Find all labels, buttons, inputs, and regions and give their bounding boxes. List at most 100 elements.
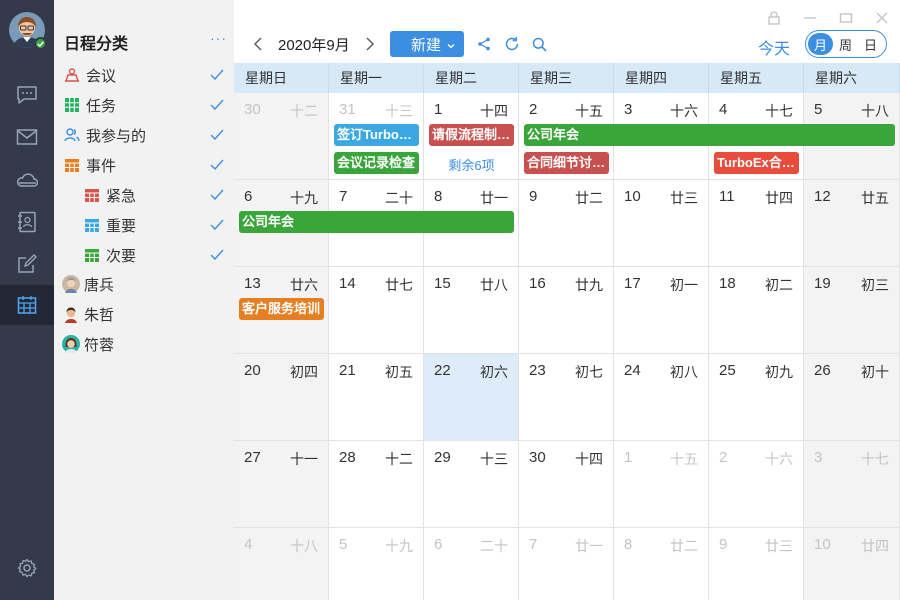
- day-number: 7: [529, 536, 538, 553]
- day-number: 23: [529, 362, 546, 379]
- mail-icon[interactable]: [0, 117, 54, 157]
- day-cell[interactable]: 14 廿七: [329, 267, 424, 354]
- person-item-tangbing[interactable]: 唐兵: [54, 269, 234, 299]
- event-bar[interactable]: 合同细节讨论会: [524, 152, 609, 174]
- lock-icon[interactable]: [766, 10, 782, 26]
- day-cell[interactable]: 10 廿三: [614, 180, 709, 267]
- day-cell[interactable]: 3 十七: [804, 441, 900, 528]
- check-icon[interactable]: [210, 98, 224, 115]
- day-cell[interactable]: 26 初十: [804, 354, 900, 441]
- event-bar[interactable]: 请假流程制度讨论: [429, 124, 514, 146]
- check-icon[interactable]: [210, 68, 224, 85]
- day-cell-today[interactable]: 22 初六: [424, 354, 519, 441]
- day-cell[interactable]: 9 廿三: [709, 528, 804, 600]
- day-cell[interactable]: 11 廿四: [709, 180, 804, 267]
- day-cell[interactable]: 9 廿二: [519, 180, 614, 267]
- category-label: 事件: [86, 157, 117, 175]
- day-cell[interactable]: 20 初四: [234, 354, 329, 441]
- day-cell[interactable]: 1 十五: [614, 441, 709, 528]
- day-cell[interactable]: 12 廿五: [804, 180, 900, 267]
- day-cell[interactable]: 30 十四: [519, 441, 614, 528]
- event-bar[interactable]: 客户服务培训: [239, 298, 324, 320]
- event-bar[interactable]: 公司年会: [239, 211, 514, 233]
- category-item-event[interactable]: 事件: [54, 150, 234, 180]
- day-number: 26: [814, 362, 831, 379]
- day-cell[interactable]: 6 二十: [424, 528, 519, 600]
- more-options-button[interactable]: ···: [210, 30, 227, 46]
- calendar-nav-icon[interactable]: [0, 285, 54, 325]
- day-cell[interactable]: 27 十一: [234, 441, 329, 528]
- lunar-date: 十六: [670, 103, 698, 119]
- more-events-link[interactable]: 剩余6项: [424, 155, 519, 174]
- lunar-date: 初九: [765, 364, 793, 380]
- day-cell[interactable]: 10 廿四: [804, 528, 900, 600]
- day-cell[interactable]: 5 十九: [329, 528, 424, 600]
- category-item-important[interactable]: 重要: [54, 210, 234, 240]
- lunar-date: 十三: [480, 451, 508, 467]
- day-cell[interactable]: 17 初一: [614, 267, 709, 354]
- day-number: 7: [339, 188, 348, 205]
- day-cell[interactable]: 7 廿一: [519, 528, 614, 600]
- day-cell[interactable]: 21 初五: [329, 354, 424, 441]
- cloud-drive-icon[interactable]: [0, 160, 54, 200]
- close-icon[interactable]: [874, 10, 890, 26]
- next-month-button[interactable]: [364, 30, 376, 58]
- lunar-date: 十五: [575, 103, 603, 119]
- category-item-urgent[interactable]: 紧急: [54, 180, 234, 210]
- minimize-icon[interactable]: [802, 10, 818, 26]
- check-icon[interactable]: [210, 248, 224, 265]
- category-item-minor[interactable]: 次要: [54, 240, 234, 270]
- share-icon[interactable]: [477, 30, 491, 58]
- view-month-button[interactable]: 月: [808, 33, 833, 55]
- event-bar[interactable]: 会议记录检查: [334, 152, 419, 174]
- maximize-icon[interactable]: [838, 10, 854, 26]
- day-cell[interactable]: 28 十二: [329, 441, 424, 528]
- category-label: 我参与的: [86, 127, 147, 145]
- view-week-button[interactable]: 周: [833, 33, 858, 55]
- new-event-button[interactable]: 新建: [390, 31, 464, 57]
- check-icon[interactable]: [210, 188, 224, 205]
- prev-month-button[interactable]: [252, 30, 264, 58]
- day-cell[interactable]: 24 初八: [614, 354, 709, 441]
- urgent-calendar-icon: [84, 187, 100, 203]
- view-day-button[interactable]: 日: [858, 33, 883, 55]
- day-cell[interactable]: 4 十八: [234, 528, 329, 600]
- person-item-furong[interactable]: 符蓉: [54, 329, 234, 359]
- search-icon[interactable]: [532, 30, 547, 58]
- view-switcher: 月 周 日: [805, 30, 887, 58]
- check-icon[interactable]: [210, 128, 224, 145]
- day-number: 14: [339, 275, 356, 292]
- day-cell[interactable]: 2 十六: [709, 441, 804, 528]
- day-number: 11: [719, 188, 735, 205]
- category-item-meeting[interactable]: 会议: [54, 60, 234, 90]
- event-bar[interactable]: 公司年会: [524, 124, 895, 146]
- day-cell[interactable]: 18 初二: [709, 267, 804, 354]
- day-cell[interactable]: 25 初九: [709, 354, 804, 441]
- day-cell[interactable]: 19 初三: [804, 267, 900, 354]
- event-bar[interactable]: TurboEx合同评审: [714, 152, 799, 174]
- category-item-participating[interactable]: 我参与的: [54, 120, 234, 150]
- day-cell[interactable]: 23 初七: [519, 354, 614, 441]
- chat-icon[interactable]: [0, 75, 54, 115]
- refresh-icon[interactable]: [504, 30, 520, 58]
- day-cell[interactable]: 29 十三: [424, 441, 519, 528]
- lunar-date: 十八: [861, 103, 889, 119]
- day-cell[interactable]: 8 廿二: [614, 528, 709, 600]
- person-item-zhuzhe[interactable]: 朱哲: [54, 299, 234, 329]
- category-label: 重要: [106, 217, 137, 235]
- category-item-task[interactable]: 任务: [54, 90, 234, 120]
- lunar-date: 十九: [385, 538, 413, 554]
- minor-calendar-icon: [84, 247, 100, 263]
- day-number: 24: [624, 362, 641, 379]
- settings-gear-icon[interactable]: [0, 548, 54, 588]
- event-bar[interactable]: 签订TurboEx合同: [334, 124, 419, 146]
- check-icon[interactable]: [210, 158, 224, 175]
- lunar-date: 廿七: [385, 277, 413, 293]
- day-cell[interactable]: 16 廿九: [519, 267, 614, 354]
- contacts-icon[interactable]: [0, 202, 54, 242]
- check-icon[interactable]: [210, 218, 224, 235]
- edit-icon[interactable]: [0, 244, 54, 284]
- day-cell[interactable]: 30 十二: [234, 93, 329, 180]
- day-cell[interactable]: 15 廿八: [424, 267, 519, 354]
- today-button[interactable]: 今天: [758, 35, 790, 59]
